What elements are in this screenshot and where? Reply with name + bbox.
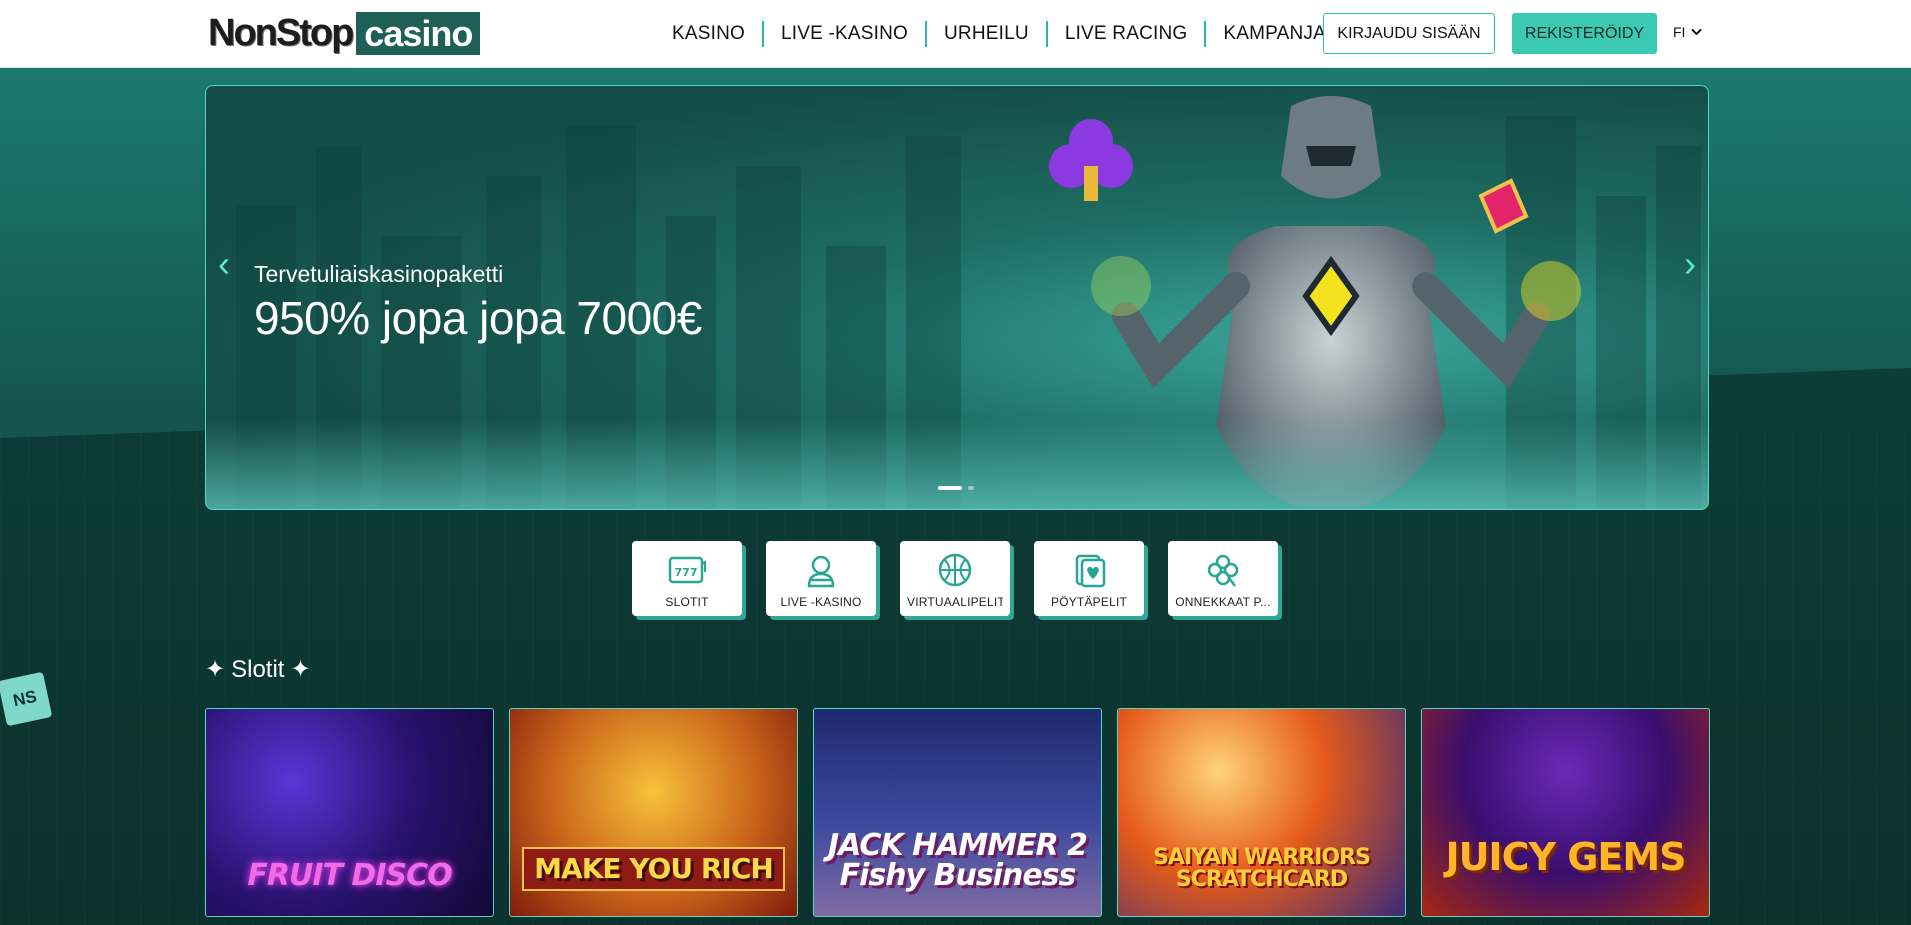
- game-tile-saiyan-warriors[interactable]: SAIYAN WARRIORS SCRATCHCARD: [1117, 708, 1406, 917]
- cards-icon: [1075, 554, 1106, 588]
- register-button[interactable]: REKISTERÖIDY: [1512, 13, 1657, 54]
- carousel-prev-arrow-icon[interactable]: ‹: [218, 246, 230, 282]
- category-onnekkaat[interactable]: ONNEKKAAT P...: [1168, 541, 1278, 616]
- site-logo[interactable]: NonStop casino: [208, 12, 481, 55]
- language-label: FI: [1673, 24, 1686, 40]
- category-label: SLOTIT: [665, 595, 709, 609]
- slot-777-icon: 777: [668, 556, 706, 584]
- logo-text-casino: casino: [356, 12, 481, 55]
- sparkle-icon: ✦: [205, 656, 226, 683]
- game-title: MAKE YOU RICH: [522, 847, 785, 891]
- carousel-dot-1[interactable]: [938, 486, 962, 490]
- ns-floating-badge[interactable]: NS: [0, 671, 53, 727]
- section-title-slotit: ✦ Slotit ✦: [205, 655, 311, 684]
- clover-icon: [1207, 554, 1239, 587]
- nav-live-racing[interactable]: LIVE RACING: [1045, 21, 1205, 47]
- carousel-next-arrow-icon[interactable]: ›: [1684, 246, 1696, 282]
- category-label: VIRTUAALIPELIT: [907, 595, 1003, 609]
- main-nav: KASINO LIVE -KASINO URHEILU LIVE RACING …: [655, 18, 1353, 50]
- category-live-kasino[interactable]: LIVE -KASINO: [766, 541, 876, 616]
- carousel-dot-2[interactable]: [968, 486, 974, 490]
- hero-title: 950% jopa jopa 7000€: [254, 292, 702, 344]
- chevron-down-icon: [1691, 28, 1703, 36]
- category-poytapelit[interactable]: PÖYTÄPELIT: [1034, 541, 1144, 616]
- game-tile-jack-hammer-2[interactable]: JACK HAMMER 2 Fishy Business: [813, 708, 1102, 917]
- category-label: PÖYTÄPELIT: [1050, 595, 1128, 609]
- nav-live-kasino[interactable]: LIVE -KASINO: [762, 21, 925, 47]
- nav-kasino[interactable]: KASINO: [655, 21, 762, 47]
- hero-banner[interactable]: Tervetuliaiskasinopaketti 950% jopa jopa…: [205, 85, 1709, 510]
- category-bar: 777 SLOTIT LIVE -KASINO VIRTUAALIPELIT P…: [632, 541, 1278, 616]
- category-label: ONNEKKAAT P...: [1175, 595, 1271, 609]
- game-tile-juicy-gems[interactable]: JUICY GEMS: [1421, 708, 1710, 917]
- site-header: NonStop casino KASINO LIVE -KASINO URHEI…: [0, 0, 1911, 68]
- category-slotit[interactable]: 777 SLOTIT: [632, 541, 742, 616]
- language-selector[interactable]: FI: [1673, 24, 1703, 40]
- login-button[interactable]: KIRJAUDU SISÄÄN: [1323, 13, 1495, 54]
- hero-subtitle: Tervetuliaiskasinopaketti: [254, 261, 504, 287]
- category-label: LIVE -KASINO: [780, 595, 862, 609]
- section-title-text: Slotit: [231, 655, 285, 683]
- basketball-icon: [938, 553, 972, 587]
- game-title: JACK HAMMER 2 Fishy Business: [827, 828, 1088, 893]
- sparkle-icon: ✦: [290, 656, 311, 683]
- game-title: SAIYAN WARRIORS SCRATCHCARD: [1153, 845, 1371, 892]
- game-tile-make-you-rich[interactable]: MAKE YOU RICH: [509, 708, 798, 917]
- game-tile-fruit-disco[interactable]: FRUIT DISCO: [205, 708, 494, 917]
- dealer-icon: [807, 555, 835, 588]
- svg-text:777: 777: [675, 566, 698, 579]
- games-row: FRUIT DISCO MAKE YOU RICH JACK HAMMER 2 …: [205, 708, 1710, 917]
- logo-text-nonstop: NonStop: [208, 12, 354, 54]
- game-title: FRUIT DISCO: [247, 858, 452, 893]
- nav-urheilu[interactable]: URHEILU: [925, 21, 1046, 47]
- category-virtuaalipelit[interactable]: VIRTUAALIPELIT: [900, 541, 1010, 616]
- game-title: JUICY GEMS: [1445, 835, 1686, 879]
- hero-bottom-glow: [206, 419, 1708, 509]
- carousel-dots: [938, 486, 974, 490]
